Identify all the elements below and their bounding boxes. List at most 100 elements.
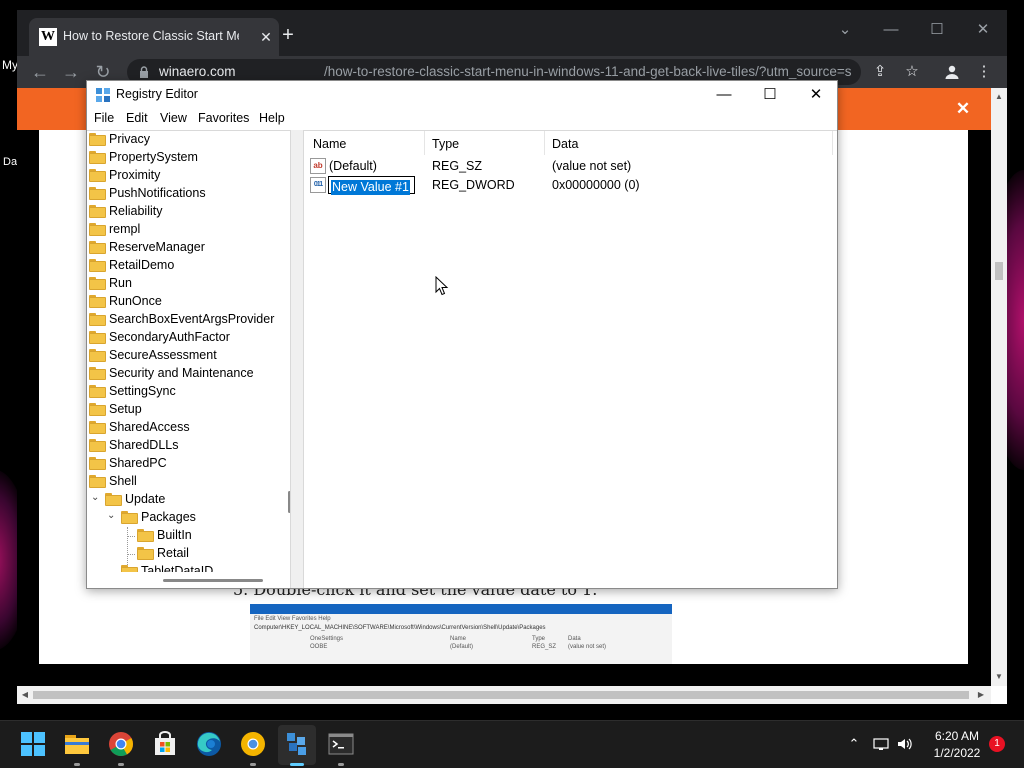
share-icon[interactable]: ⇪	[868, 60, 892, 84]
column-divider[interactable]	[424, 131, 425, 155]
chevron-down-icon[interactable]: ⌄	[91, 492, 101, 503]
tree-horizontal-scrollbar[interactable]	[87, 572, 290, 588]
maximize-icon[interactable]: ☐	[923, 16, 951, 44]
rename-selected-text: New Value #1	[331, 180, 410, 195]
scroll-right-icon[interactable]: ▶	[974, 686, 988, 704]
tree-item[interactable]: Privacy	[87, 131, 287, 149]
menu-favorites[interactable]: Favorites	[198, 111, 249, 125]
minimize-icon[interactable]: —	[877, 16, 905, 44]
edge-icon[interactable]	[194, 729, 224, 759]
page-horizontal-scrollbar[interactable]: ◀ ▶	[17, 686, 991, 704]
tree-item-packages[interactable]: ⌄ Packages	[87, 509, 287, 527]
scroll-down-icon[interactable]: ▼	[991, 670, 1007, 684]
close-icon[interactable]: ✕	[793, 81, 839, 108]
chrome-icon[interactable]	[106, 729, 136, 759]
close-banner-icon[interactable]: ✕	[954, 100, 972, 118]
scroll-left-icon[interactable]: ◀	[18, 686, 32, 704]
volume-icon[interactable]	[896, 735, 914, 753]
folder-open-icon	[105, 493, 122, 506]
tree-item[interactable]: Shell	[87, 473, 287, 491]
tree-item[interactable]: SharedDLLs	[87, 437, 287, 455]
column-divider[interactable]	[544, 131, 545, 155]
store-icon[interactable]	[150, 729, 180, 759]
close-window-icon[interactable]: ✕	[969, 16, 997, 44]
column-header-data[interactable]: Data	[552, 137, 578, 151]
tree-item[interactable]: SharedAccess	[87, 419, 287, 437]
profile-icon[interactable]	[940, 60, 964, 84]
menu-kebab-icon[interactable]: ⋮	[972, 60, 996, 84]
folder-icon	[89, 205, 106, 218]
tree-item[interactable]: Security and Maintenance	[87, 365, 287, 383]
menu-file[interactable]: File	[94, 111, 114, 125]
bookmark-star-icon[interactable]: ☆	[900, 60, 924, 84]
value-data: (value not set)	[552, 159, 632, 173]
article-screenshot[interactable]: Registry Editor File Edit View Favorites…	[250, 604, 672, 664]
start-icon[interactable]	[18, 729, 48, 759]
scrollbar-thumb[interactable]	[33, 691, 969, 699]
tree-item[interactable]: Setup	[87, 401, 287, 419]
browser-tab[interactable]: W How to Restore Classic Start Men ✕	[29, 18, 279, 56]
list-row[interactable]: ab (Default) REG_SZ (value not set)	[304, 157, 837, 176]
menu-edit[interactable]: Edit	[126, 111, 148, 125]
menu-view[interactable]: View	[160, 111, 187, 125]
tree-item[interactable]: ReserveManager	[87, 239, 287, 257]
tree-item-builtin[interactable]: BuiltIn	[87, 527, 287, 545]
new-tab-icon[interactable]: +	[277, 24, 299, 46]
tree-item[interactable]: Proximity	[87, 167, 287, 185]
rename-value-input[interactable]: New Value #1	[328, 176, 415, 195]
regedit-titlebar[interactable]: Registry Editor — ☐ ✕	[87, 81, 837, 108]
column-header-type[interactable]: Type	[432, 137, 459, 151]
scrollbar-thumb[interactable]	[163, 579, 263, 582]
tree-item[interactable]: PushNotifications	[87, 185, 287, 203]
folder-icon	[89, 385, 106, 398]
tree-item[interactable]: SearchBoxEventArgsProvider	[87, 311, 287, 329]
thumb-address: Computer\HKEY_LOCAL_MACHINE\SOFTWARE\Mic…	[254, 625, 546, 631]
chrome-canary-icon[interactable]	[238, 729, 268, 759]
column-divider[interactable]	[832, 131, 833, 155]
running-indicator	[250, 763, 256, 766]
tree-item-retail[interactable]: Retail	[87, 545, 287, 563]
notification-badge[interactable]: 1	[989, 736, 1005, 752]
tab-search-icon[interactable]: ⌄	[831, 16, 859, 44]
registry-values-list[interactable]: Name Type Data ab (Default) REG_SZ (valu…	[304, 130, 837, 588]
string-value-icon: ab	[310, 158, 326, 174]
tree-item[interactable]: rempl	[87, 221, 287, 239]
list-row[interactable]: 011 New Value #1 REG_DWORD 0x00000000 (0…	[304, 176, 837, 195]
page-vertical-scrollbar[interactable]: ▲ ▼	[991, 88, 1007, 686]
registry-key-tree[interactable]: Privacy PropertySystem Proximity PushNot…	[87, 130, 290, 588]
chevron-down-icon[interactable]: ⌄	[107, 510, 117, 521]
scrollbar-thumb[interactable]	[995, 262, 1003, 280]
clock-date[interactable]: 1/2/2022	[928, 746, 986, 760]
regedit-icon[interactable]	[282, 729, 312, 759]
lock-icon	[140, 66, 148, 78]
tree-item[interactable]: SecureAssessment	[87, 347, 287, 365]
tree-item-update[interactable]: ⌄ Update	[87, 491, 287, 509]
desktop-icon-label[interactable]: My	[2, 58, 18, 72]
column-header-name[interactable]: Name	[313, 137, 346, 151]
chevron-up-icon[interactable]: ⌃	[845, 735, 863, 753]
menu-help[interactable]: Help	[259, 111, 285, 125]
regedit-title: Registry Editor	[116, 87, 198, 101]
tree-item[interactable]: SettingSync	[87, 383, 287, 401]
back-icon[interactable]: ←	[28, 60, 52, 84]
scroll-up-icon[interactable]: ▲	[991, 90, 1007, 104]
tree-item[interactable]: Run	[87, 275, 287, 293]
tree-item[interactable]: Reliability	[87, 203, 287, 221]
regedit-menubar: File Edit View Favorites Help	[87, 108, 837, 129]
tree-item[interactable]: SharedPC	[87, 455, 287, 473]
close-tab-icon[interactable]: ✕	[257, 28, 275, 46]
folder-icon	[89, 187, 106, 200]
forward-icon[interactable]: →	[59, 60, 83, 84]
maximize-icon[interactable]: ☐	[747, 81, 793, 108]
tree-item[interactable]: PropertySystem	[87, 149, 287, 167]
terminal-icon[interactable]	[326, 729, 356, 759]
network-icon[interactable]	[872, 735, 890, 753]
desktop-icon-label[interactable]: Da	[3, 156, 17, 168]
tree-item[interactable]: RetailDemo	[87, 257, 287, 275]
clock-time[interactable]: 6:20 AM	[928, 729, 986, 743]
file-explorer-icon[interactable]	[62, 729, 92, 759]
minimize-icon[interactable]: —	[701, 81, 747, 108]
tree-item[interactable]: RunOnce	[87, 293, 287, 311]
pane-splitter[interactable]	[290, 130, 304, 588]
tree-item[interactable]: SecondaryAuthFactor	[87, 329, 287, 347]
